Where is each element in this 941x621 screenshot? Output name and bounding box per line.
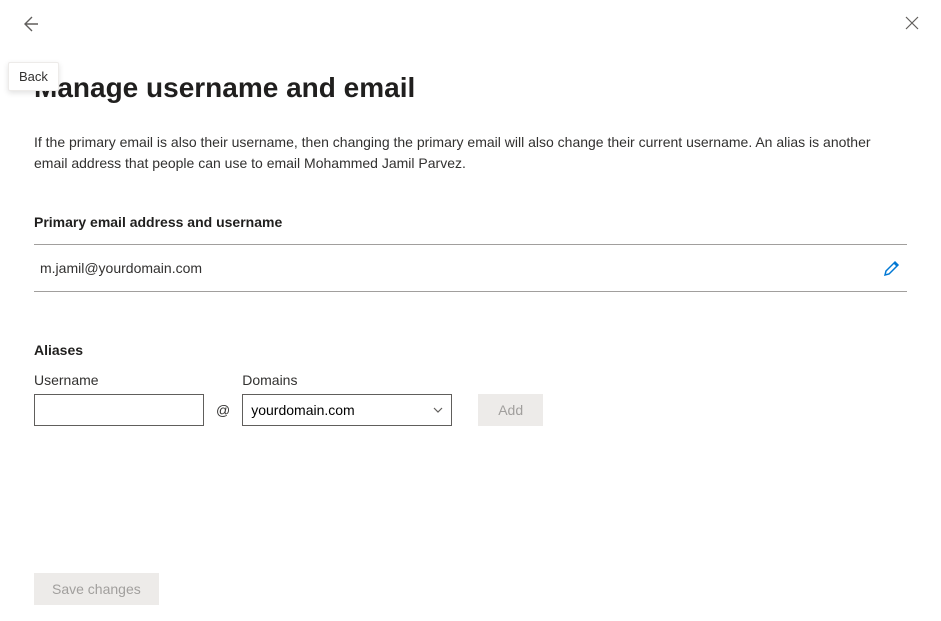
domains-label: Domains <box>242 372 452 388</box>
edit-primary-button[interactable] <box>883 259 901 277</box>
back-button[interactable] <box>20 14 40 34</box>
back-tooltip: Back <box>8 62 59 91</box>
primary-email-value: m.jamil@yourdomain.com <box>40 260 202 276</box>
username-input[interactable] <box>34 394 204 426</box>
primary-section-label: Primary email address and username <box>34 214 907 230</box>
at-symbol: @ <box>216 402 230 426</box>
close-icon <box>903 14 921 32</box>
close-button[interactable] <box>903 14 921 32</box>
page-title: Manage username and email <box>34 72 907 104</box>
arrow-left-icon <box>20 14 40 34</box>
page-description: If the primary email is also their usern… <box>34 132 907 174</box>
domain-select[interactable]: yourdomain.com <box>242 394 452 426</box>
alias-add-row: Username @ Domains yourdomain.com Add <box>34 372 907 426</box>
username-label: Username <box>34 372 204 388</box>
aliases-section-label: Aliases <box>34 342 907 358</box>
add-alias-button[interactable]: Add <box>478 394 543 426</box>
save-changes-button[interactable]: Save changes <box>34 573 159 605</box>
primary-email-row: m.jamil@yourdomain.com <box>34 244 907 292</box>
pencil-icon <box>883 259 901 277</box>
